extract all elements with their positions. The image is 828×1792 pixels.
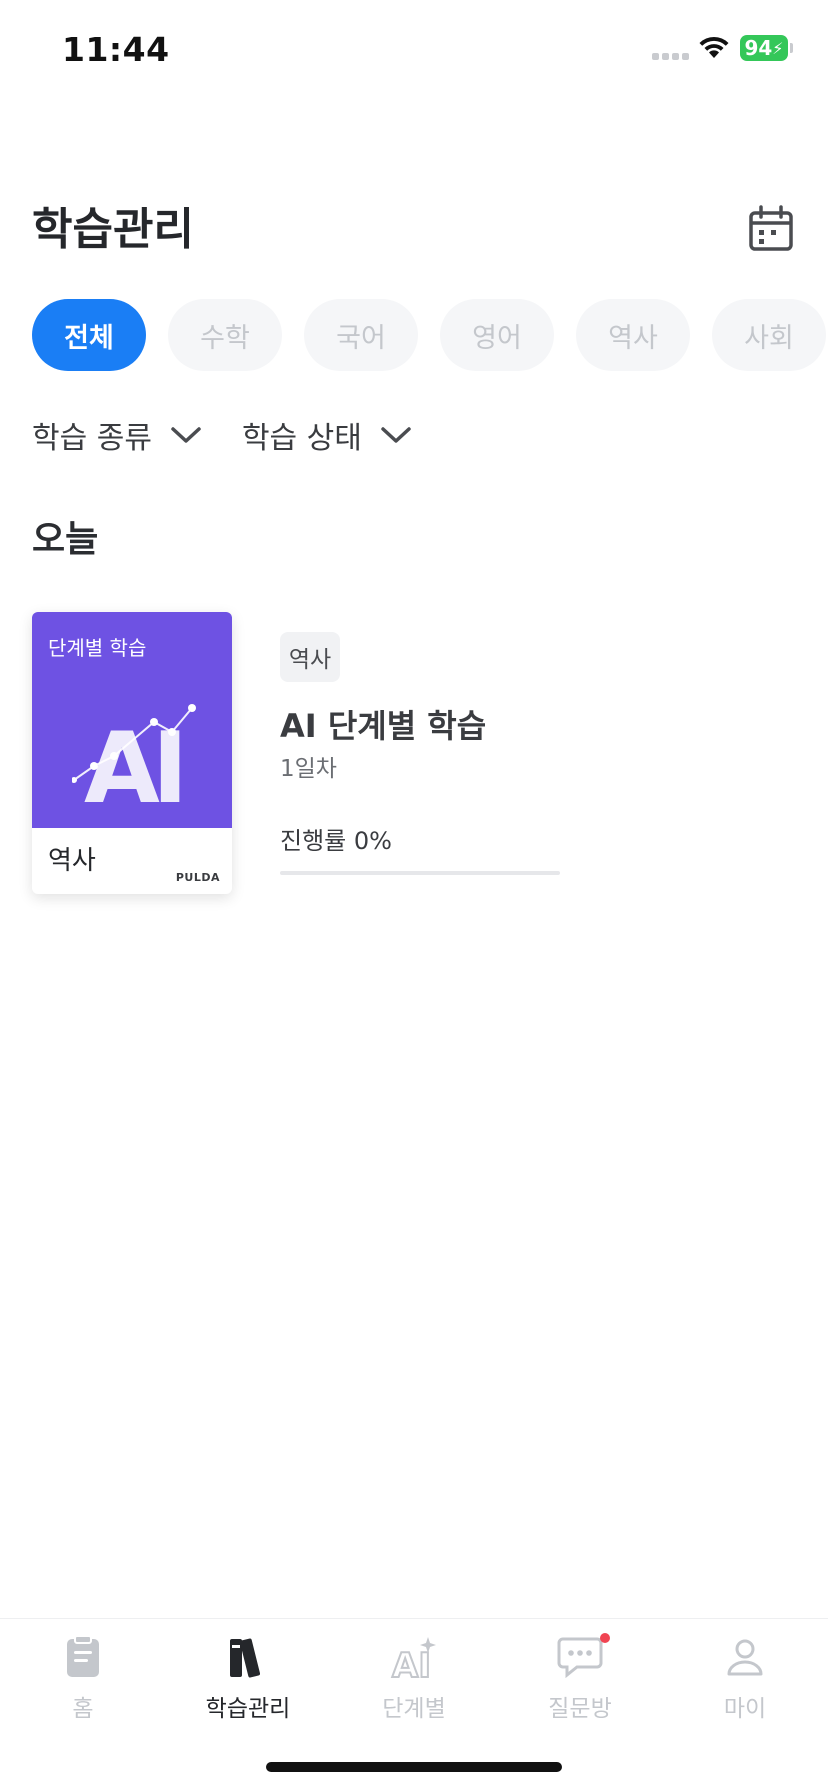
nav-label-question-room: 질문방 [548,1696,612,1722]
status-time: 11:44 [62,30,170,69]
nav-label-step-learning: 단계별 [382,1696,446,1722]
chip-korean[interactable]: 국어 [304,299,418,371]
page-title: 학습관리 [32,204,194,255]
brand-logo: PULDA [175,871,220,884]
study-status-dropdown[interactable]: 학습 상태 [242,413,412,457]
section-title-today: 오늘 [32,519,99,560]
study-title[interactable]: AI 단계별 학습 [280,701,486,747]
nav-item-home[interactable]: 홈 [23,1633,143,1723]
nav-item-question-room[interactable]: 질문방 [520,1633,640,1723]
subject-filter-chips: 전체 수학 국어 영어 역사 사회 [32,299,826,371]
battery-tip [790,43,793,53]
nav-label-home: 홈 [72,1696,94,1722]
nav-item-my[interactable]: 마이 [685,1633,805,1723]
study-type-dropdown[interactable]: 학습 종류 [32,413,202,457]
nav-item-step-learning[interactable]: AI 단계별 [354,1633,474,1723]
chip-all[interactable]: 전체 [32,299,146,371]
subject-tag: 역사 [280,632,340,682]
svg-text:AI: AI [392,1646,431,1679]
progress-text: 진행률 0% [280,827,392,855]
study-type-label: 학습 종류 [32,421,152,456]
calendar-icon[interactable] [745,203,797,255]
battery-icon: 94 ⚡ [740,35,788,61]
study-day: 1일차 [280,756,337,782]
home-icon [59,1633,107,1681]
chip-math[interactable]: 수학 [168,299,282,371]
nav-label-study-management: 학습관리 [205,1696,291,1722]
chip-history[interactable]: 역사 [576,299,690,371]
thumbnail-cover: 단계별 학습 AI [32,612,232,828]
home-indicator [266,1762,562,1772]
profile-icon [721,1633,769,1681]
svg-text:AI: AI [84,712,180,812]
study-thumbnail[interactable]: 단계별 학습 AI 역사 PULDA [32,612,232,894]
progress-bar [280,871,560,875]
study-status-label: 학습 상태 [241,421,362,456]
ai-step-icon: AI [390,1633,438,1681]
wifi-icon [699,36,729,58]
chat-icon [556,1633,610,1681]
nav-label-my: 마이 [723,1696,767,1722]
thumbnail-label: 단계별 학습 [48,636,147,660]
nav-item-study-management[interactable]: 학습관리 [188,1633,308,1723]
cellular-signal-icon [652,53,689,60]
chevron-down-icon [171,427,201,443]
chevron-down-icon [381,427,411,443]
thumbnail-subject: 역사 [48,846,96,876]
dropdown-filters: 학습 종류 학습 상태 [32,413,412,457]
battery-level: 94 [744,36,773,60]
notification-badge [600,1633,610,1643]
status-bar: 11:44 94 ⚡ [0,0,828,100]
chip-english[interactable]: 영어 [440,299,554,371]
books-icon [224,1633,272,1681]
chip-social[interactable]: 사회 [712,299,826,371]
ai-graph-illustration: AI [72,704,196,812]
